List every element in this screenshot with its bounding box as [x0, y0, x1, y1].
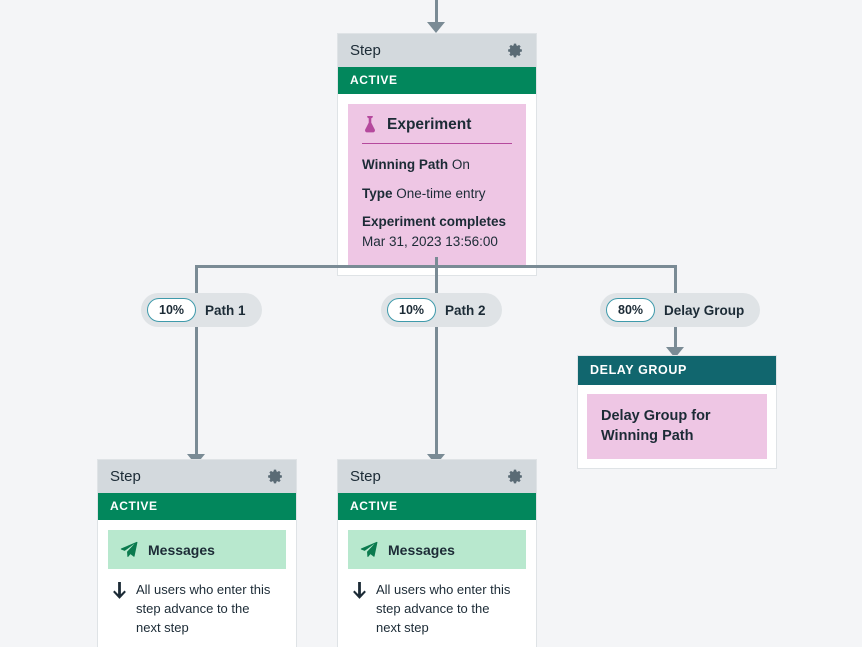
connector-branch-bar	[195, 265, 677, 268]
experiment-panel-divider	[362, 143, 512, 144]
experiment-completes-label: Experiment completes	[362, 214, 506, 229]
arrow-down-icon	[352, 581, 367, 638]
branch-label-path-1: Path 1	[205, 303, 246, 318]
experiment-completes-value: Mar 31, 2023 13:56:00	[362, 234, 498, 249]
delay-group-header: DELAY GROUP	[578, 356, 776, 385]
connector-path-2-down	[435, 327, 438, 457]
branch-percent-path-2: 10%	[387, 298, 436, 322]
experiment-field-winning-path-value: On	[452, 157, 470, 172]
experiment-field-type-value: One-time entry	[396, 186, 485, 201]
branch-label-delay-group: Delay Group	[664, 303, 744, 318]
experiment-panel-title-row: Experiment	[362, 116, 512, 134]
experiment-field-winning-path-label: Winning Path	[362, 157, 448, 172]
message-step-2-title: Step	[350, 468, 381, 485]
message-step-2-body: Messages All users who enter this step a…	[338, 520, 536, 647]
branch-pill-path-1[interactable]: 10% Path 1	[141, 293, 262, 327]
message-step-2-status-badge: ACTIVE	[338, 493, 536, 520]
message-step-card-1[interactable]: Step ACTIVE Messages	[97, 459, 297, 647]
delay-group-card[interactable]: DELAY GROUP Delay Group for Winning Path	[577, 355, 777, 469]
experiment-field-type-label: Type	[362, 186, 393, 201]
message-step-1-header: Step	[98, 460, 296, 493]
flask-icon	[362, 116, 378, 134]
experiment-step-status-badge: ACTIVE	[338, 67, 536, 94]
experiment-step-body: Experiment Winning Path On Type One-time…	[338, 94, 536, 275]
branch-pill-path-2[interactable]: 10% Path 2	[381, 293, 502, 327]
advance-text-1: All users who enter this step advance to…	[136, 581, 276, 638]
messages-block-1: Messages	[108, 530, 286, 569]
connector-path-1-down	[195, 327, 198, 457]
experiment-panel-title: Experiment	[387, 116, 471, 134]
branch-percent-path-1: 10%	[147, 298, 196, 322]
paper-plane-icon	[120, 541, 138, 558]
branch-pill-delay-group[interactable]: 80% Delay Group	[600, 293, 760, 327]
message-step-1-status-badge: ACTIVE	[98, 493, 296, 520]
advance-text-2: All users who enter this step advance to…	[376, 581, 516, 638]
branch-label-path-2: Path 2	[445, 303, 486, 318]
gear-icon[interactable]	[507, 468, 524, 485]
experiment-step-card[interactable]: Step ACTIVE Experiment	[337, 33, 537, 276]
arrowhead-into-experiment-step	[427, 22, 445, 33]
experiment-step-title: Step	[350, 42, 381, 59]
message-step-card-2[interactable]: Step ACTIVE Messages	[337, 459, 537, 647]
delay-group-body: Delay Group for Winning Path	[578, 385, 776, 468]
messages-block-2: Messages	[348, 530, 526, 569]
experiment-field-type: Type One-time entry	[362, 184, 512, 204]
gear-icon[interactable]	[507, 42, 524, 59]
advance-row-1: All users who enter this step advance to…	[108, 569, 286, 644]
journey-flow-canvas: Step ACTIVE Experiment	[0, 0, 862, 647]
message-step-2-header: Step	[338, 460, 536, 493]
message-step-1-body: Messages All users who enter this step a…	[98, 520, 296, 647]
messages-label-1: Messages	[148, 542, 215, 558]
message-step-1-title: Step	[110, 468, 141, 485]
gear-icon[interactable]	[267, 468, 284, 485]
branch-percent-delay-group: 80%	[606, 298, 655, 322]
experiment-step-header: Step	[338, 34, 536, 67]
arrow-down-icon	[112, 581, 127, 638]
experiment-panel: Experiment Winning Path On Type One-time…	[348, 104, 526, 265]
experiment-field-completes: Experiment completes Mar 31, 2023 13:56:…	[362, 212, 512, 251]
experiment-field-winning-path: Winning Path On	[362, 155, 512, 175]
delay-group-name: Delay Group for Winning Path	[587, 394, 767, 459]
messages-label-2: Messages	[388, 542, 455, 558]
paper-plane-icon	[360, 541, 378, 558]
advance-row-2: All users who enter this step advance to…	[348, 569, 526, 644]
